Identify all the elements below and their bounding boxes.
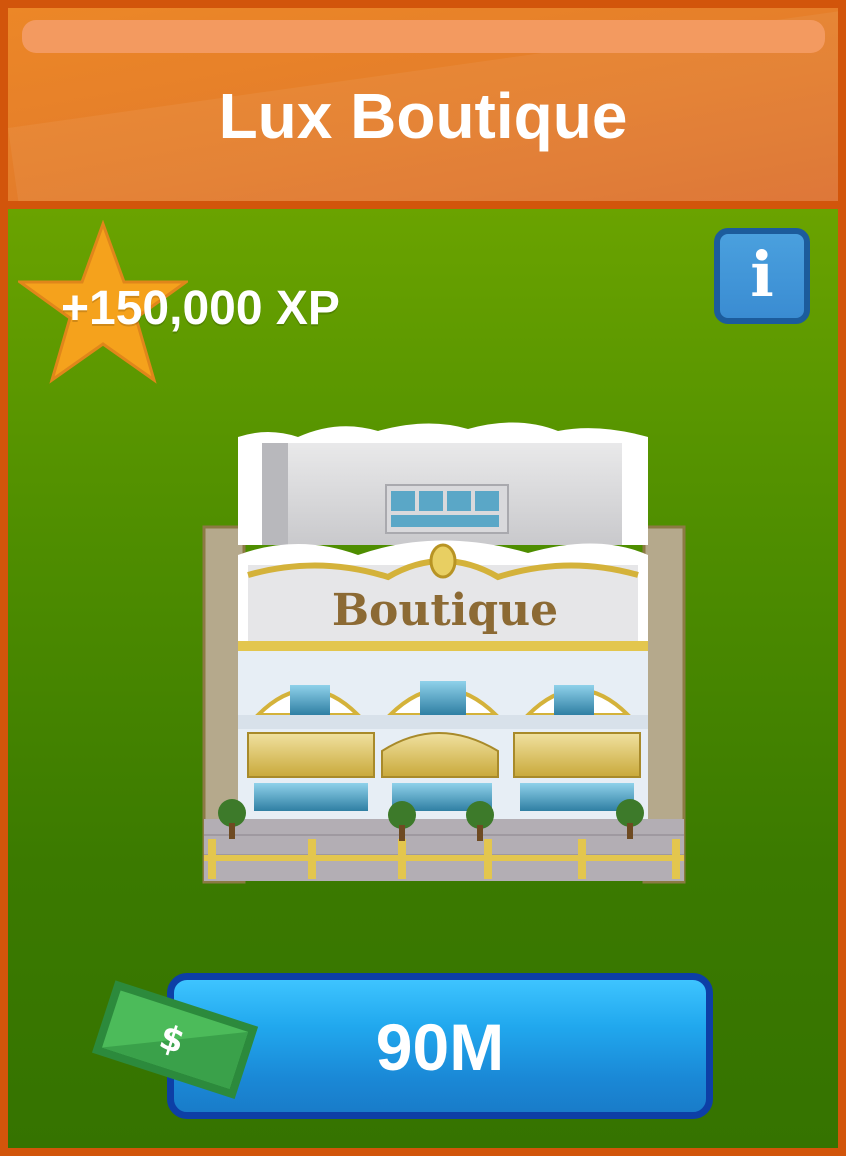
item-title: Lux Boutique [218, 80, 628, 152]
arched-windows [253, 681, 633, 717]
boutique-sign-text: Boutique [332, 585, 558, 636]
sign-band: Boutique [238, 540, 648, 651]
xp-reward-label: +150,000 XP [61, 282, 340, 335]
ground-floor [238, 651, 648, 819]
awnings [247, 732, 641, 778]
card-header: Lux Boutique [8, 8, 838, 201]
info-button[interactable]: i [714, 228, 810, 324]
cash-bill-icon: $ [91, 980, 259, 1100]
storefront-glass [254, 783, 634, 811]
header-divider [8, 201, 838, 209]
upper-floor [238, 422, 648, 545]
plaza [204, 819, 684, 881]
info-icon: i [750, 238, 774, 311]
boutique-building-image: Boutique [202, 422, 686, 884]
header-gloss [22, 20, 825, 53]
xp-reward-badge: +150,000 XP [18, 220, 398, 390]
